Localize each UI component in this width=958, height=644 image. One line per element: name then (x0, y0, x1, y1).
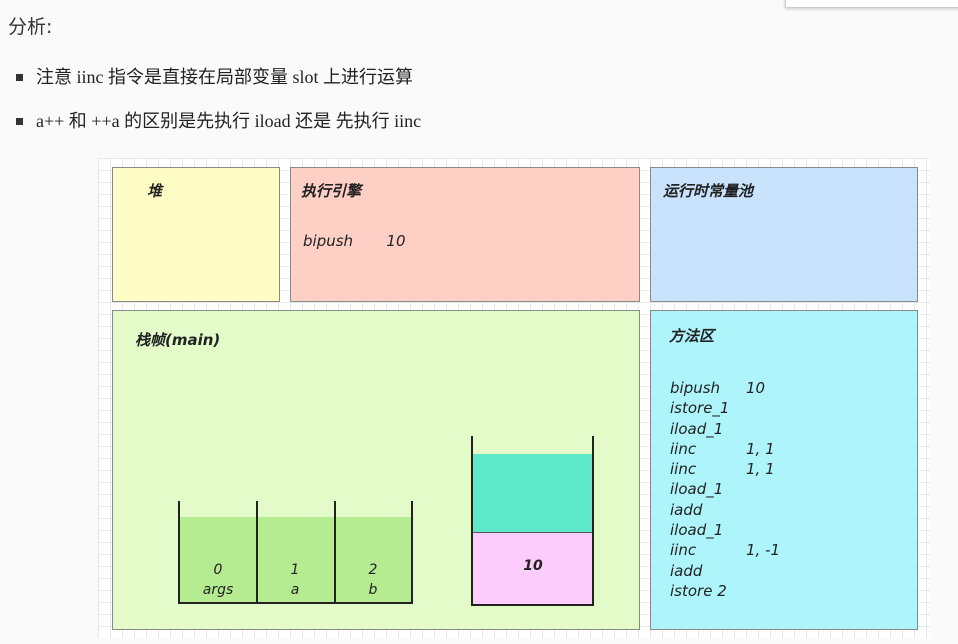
bytecode-op: iadd (670, 561, 703, 580)
heap-title: 堆 (147, 182, 163, 200)
bytecode-line: iload_1 (670, 479, 780, 499)
operand-stack-wall (471, 436, 473, 606)
bytecode-line: bipush 10 (670, 378, 780, 398)
bytecode-op: iadd (670, 500, 703, 519)
slot-index: 0 (213, 562, 223, 578)
bullet-item: a++ 和 ++a 的区别是先执行 iload 还是 先执行 iinc (14, 106, 421, 150)
bytecode-line: istore 2 (670, 581, 780, 601)
bytecode-line: iload_1 (670, 520, 780, 540)
bytecode-line: iinc 1, -1 (670, 540, 780, 560)
bytecode-arg: 1, 1 (746, 439, 775, 458)
bytecode-arg: 1, 1 (746, 460, 775, 479)
constant-pool-box: 运行时常量池 (650, 167, 918, 302)
bytecode-line: iadd (670, 500, 780, 520)
bytecode-list: bipush 10 istore_1 iload_1 iinc 1, 1 iinc 1, 1i… (670, 378, 780, 601)
bytecode-op: iinc (670, 541, 697, 560)
bytecode-arg: 1, -1 (746, 541, 781, 560)
slot-name: args (202, 582, 234, 598)
execution-engine-box: 执行引擎 bipush 10 (290, 167, 640, 302)
local-variable-floor (178, 602, 413, 604)
execution-engine-title: 执行引擎 (301, 182, 362, 200)
bytecode-line: iinc 1, 1 (670, 439, 780, 459)
heap-box: 堆 (112, 167, 280, 302)
bytecode-op: bipush (670, 379, 721, 397)
local-variable-wall (411, 501, 413, 604)
bytecode-op: istore 2 (670, 581, 727, 600)
bytecode-line: iadd (670, 561, 780, 581)
operand-stack-value: 10 (523, 558, 543, 574)
bytecode-line: iinc 1, 1 (670, 459, 780, 479)
slot-index: 1 (290, 562, 300, 578)
method-area-title: 方法区 (669, 327, 715, 345)
bytecode-op: iinc (670, 460, 697, 479)
slot-name: b (368, 582, 378, 598)
stack-frame-title: 栈帧(main) (135, 331, 221, 349)
bytecode-op: iload_1 (670, 521, 724, 540)
overlay-window-edge (785, 0, 958, 8)
slot-name: a (290, 582, 300, 598)
bytecode-op: istore_1 (670, 399, 730, 418)
constant-pool-title: 运行时常量池 (663, 182, 754, 200)
bytecode-op: iload_1 (670, 419, 724, 438)
bytecode-op: iload_1 (670, 480, 724, 499)
bytecode-op: iinc (670, 439, 697, 458)
operand-stack-empty-area (473, 454, 593, 532)
bullet-list: 注意 iinc 指令是直接在局部变量 slot 上进行运算 a++ 和 ++a … (14, 62, 421, 150)
bytecode-line: istore_1 (670, 398, 780, 418)
current-instruction: bipush 10 (303, 232, 406, 250)
bullet-item: 注意 iinc 指令是直接在局部变量 slot 上进行运算 (14, 62, 421, 106)
slot-index: 2 (368, 562, 378, 578)
operand-stack-wall (592, 436, 594, 606)
bytecode-arg: 10 (746, 379, 766, 397)
bytecode-line: iload_1 (670, 419, 780, 439)
operand-stack-floor (471, 604, 594, 606)
section-heading: 分析: (8, 16, 53, 38)
